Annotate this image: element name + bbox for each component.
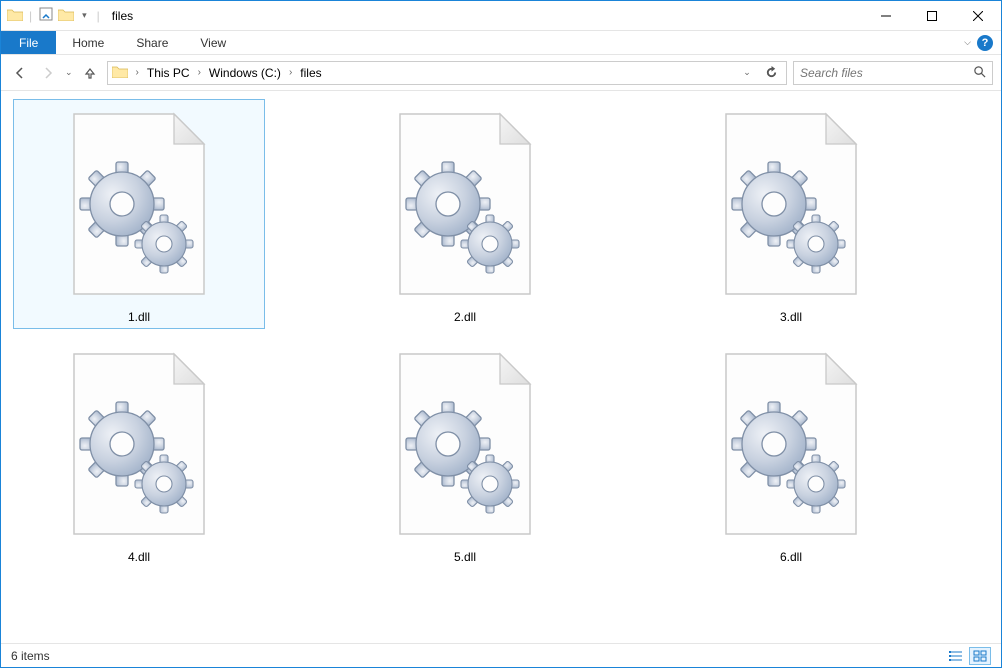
dll-file-icon: [691, 344, 891, 544]
file-item[interactable]: 2.dll: [339, 99, 591, 329]
details-view-button[interactable]: [945, 647, 967, 665]
address-folder-icon: [112, 65, 128, 81]
breadcrumb-this-pc[interactable]: This PC: [143, 66, 194, 80]
dll-file-icon: [39, 344, 239, 544]
content-area[interactable]: 1.dll: [1, 91, 1001, 643]
breadcrumb-drive[interactable]: Windows (C:): [205, 66, 285, 80]
crumb-sep-1[interactable]: ›: [196, 67, 203, 78]
address-dropdown-icon[interactable]: ⌄: [736, 62, 758, 84]
file-item[interactable]: 1.dll: [13, 99, 265, 329]
recent-locations-icon[interactable]: ⌄: [65, 67, 73, 78]
dll-file-icon: [365, 344, 565, 544]
icons-view-button[interactable]: [969, 647, 991, 665]
file-item[interactable]: 3.dll: [665, 99, 917, 329]
home-tab[interactable]: Home: [56, 31, 120, 54]
file-name-label: 3.dll: [780, 310, 802, 324]
share-tab[interactable]: Share: [120, 31, 184, 54]
file-grid: 1.dll: [13, 99, 989, 569]
window-title: files: [112, 9, 133, 23]
crumb-sep-2[interactable]: ›: [287, 67, 294, 78]
file-tab[interactable]: File: [1, 31, 56, 54]
status-bar: 6 items: [1, 643, 1001, 667]
file-name-label: 4.dll: [128, 550, 150, 564]
breadcrumb-folder[interactable]: files: [296, 66, 325, 80]
refresh-button[interactable]: [760, 62, 782, 84]
file-name-label: 1.dll: [128, 310, 150, 324]
qat-dropdown-icon[interactable]: ▾: [78, 10, 91, 21]
titlebar: | ▾ | files: [1, 1, 1001, 31]
address-bar: ⌄ › This PC › Windows (C:) › files ⌄: [1, 55, 1001, 91]
qat-properties-icon[interactable]: [38, 6, 54, 25]
search-icon[interactable]: [973, 65, 986, 81]
forward-button[interactable]: [37, 62, 59, 84]
menubar: File Home Share View ⌵ ?: [1, 31, 1001, 55]
item-count-label: 6 items: [11, 649, 50, 663]
dll-file-icon: [365, 104, 565, 304]
file-name-label: 2.dll: [454, 310, 476, 324]
address-field[interactable]: › This PC › Windows (C:) › files ⌄: [107, 61, 787, 85]
file-item[interactable]: 5.dll: [339, 339, 591, 569]
view-tab[interactable]: View: [184, 31, 242, 54]
search-input[interactable]: [800, 66, 973, 80]
up-button[interactable]: [79, 62, 101, 84]
file-name-label: 5.dll: [454, 550, 476, 564]
dll-file-icon: [39, 104, 239, 304]
crumb-sep-root[interactable]: ›: [134, 67, 141, 78]
file-item[interactable]: 4.dll: [13, 339, 265, 569]
maximize-button[interactable]: [909, 1, 955, 31]
help-button[interactable]: ?: [977, 35, 993, 51]
ribbon-expand-icon[interactable]: ⌵: [964, 37, 971, 48]
dll-file-icon: [691, 104, 891, 304]
close-button[interactable]: [955, 1, 1001, 31]
search-field[interactable]: [793, 61, 993, 85]
qat-separator: |: [29, 9, 32, 23]
qat-separator-2: |: [97, 9, 100, 23]
file-name-label: 6.dll: [780, 550, 802, 564]
minimize-button[interactable]: [863, 1, 909, 31]
file-item[interactable]: 6.dll: [665, 339, 917, 569]
back-button[interactable]: [9, 62, 31, 84]
folder-icon: [7, 8, 23, 24]
qat-folder-icon[interactable]: [58, 8, 74, 24]
